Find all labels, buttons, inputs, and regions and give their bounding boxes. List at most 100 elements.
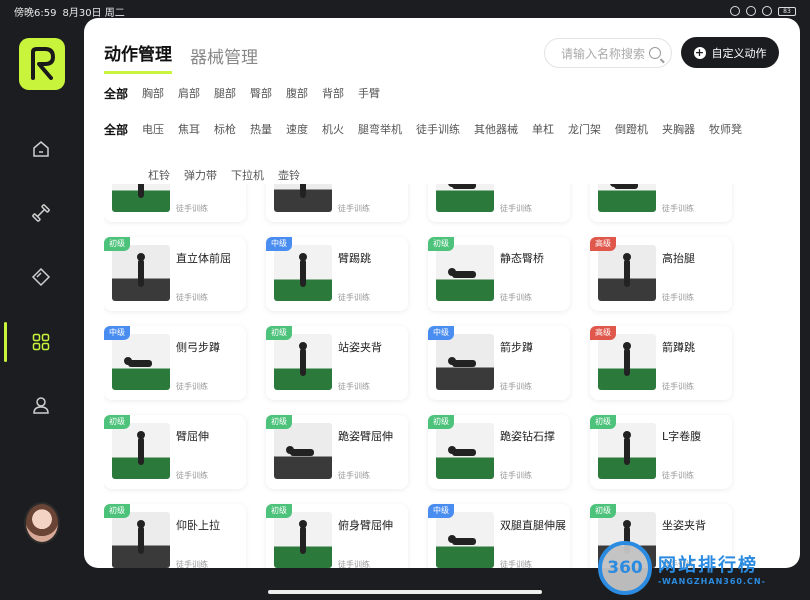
level-badge: 中级	[428, 504, 454, 518]
action-card[interactable]: 跪姿钻石撑 徒手训练 初级	[428, 415, 570, 489]
equipment-chip[interactable]: 机火	[322, 121, 344, 139]
level-badge: 中级	[104, 326, 130, 340]
watermark: 360 网站排行榜 -WANGZHAN360.CN-	[598, 540, 803, 596]
action-card[interactable]: 箭步蹲徒手训练 中级	[428, 326, 570, 400]
search-placeholder: 请输入名称搜索	[561, 46, 646, 61]
action-category: 徒手训练	[500, 382, 532, 391]
equipment-chip[interactable]: 牧师凳	[709, 121, 742, 139]
nav-equipment[interactable]	[0, 193, 82, 233]
action-category: 徒手训练	[662, 204, 694, 213]
athlete-figure	[448, 184, 476, 189]
nav-home[interactable]	[0, 129, 82, 169]
action-category: 徒手训练	[338, 293, 370, 302]
action-card[interactable]: 静态臀桥 徒手训练 初级	[428, 237, 570, 311]
action-thumbnail	[112, 245, 170, 301]
home-indicator[interactable]	[268, 590, 542, 594]
action-thumbnail	[436, 334, 494, 390]
action-card[interactable]: 直立体前屈 徒手训练 初级	[104, 237, 246, 311]
action-card[interactable]: 站姿夹背 徒手训练 初级	[266, 326, 408, 400]
action-card[interactable]: 双腿直腿伸展 徒手训练 中级	[428, 504, 570, 568]
action-card[interactable]: 高抬腿 徒手训练 高级	[590, 237, 732, 311]
equipment-chip[interactable]: 标枪	[214, 121, 236, 139]
action-card[interactable]: 臂踢跳 徒手训练 中级	[266, 237, 408, 311]
athlete-figure	[286, 446, 314, 456]
action-card[interactable]: 俯身臂屈伸 徒手训练 初级	[266, 504, 408, 568]
athlete-figure	[124, 357, 152, 367]
custom-action-label: 自定义动作	[711, 46, 767, 60]
tab-equipment-management[interactable]: 器械管理	[190, 43, 258, 74]
equipment-chip[interactable]: 单杠	[532, 121, 554, 139]
action-card[interactable]: L字卷腹 徒手训练 初级	[590, 415, 732, 489]
action-card[interactable]: 跪姿臂屈伸 徒手训练 初级	[266, 415, 408, 489]
action-card[interactable]: 臂屈伸 徒手训练 初级	[104, 415, 246, 489]
equipment-chip[interactable]: 倒蹬机	[615, 121, 648, 139]
nav-plans[interactable]	[0, 257, 82, 297]
action-name: 箭步蹲	[500, 341, 533, 354]
body-part-chip[interactable]: 背部	[322, 85, 344, 103]
athlete-figure	[299, 253, 307, 287]
equipment-chip[interactable]: 龙门架	[568, 121, 601, 139]
action-thumbnail	[598, 184, 656, 212]
equipment-chip[interactable]: 电压	[142, 121, 164, 139]
athlete-figure	[137, 253, 145, 287]
body-part-chip[interactable]: 胸部	[142, 85, 164, 103]
body-part-chip[interactable]: 腿部	[214, 85, 236, 103]
action-card[interactable]: 箭蹲跳 徒手训练 高级	[590, 326, 732, 400]
app-logo	[19, 38, 65, 90]
body-part-chip[interactable]: 全部	[104, 85, 128, 103]
equipment-chip[interactable]: 其他器械	[474, 121, 518, 139]
action-card[interactable]: 仰卧上拉 徒手训练 初级	[104, 504, 246, 568]
body-part-filter: 全部 胸部 肩部 腿部 臀部 腹部 背部 手臂	[104, 85, 724, 103]
tab-action-management[interactable]: 动作管理	[104, 40, 172, 74]
action-name: 臂屈伸	[176, 430, 209, 443]
action-thumbnail	[112, 512, 170, 568]
equipment-chip[interactable]: 徒手训练	[416, 121, 460, 139]
level-badge: 初级	[590, 504, 616, 518]
equipment-chip[interactable]: 下拉机	[231, 167, 264, 185]
athlete-figure	[137, 520, 145, 554]
equipment-chip[interactable]: 焦耳	[178, 121, 200, 139]
search-input[interactable]: 请输入名称搜索	[544, 38, 672, 68]
action-card[interactable]: 徒手训练	[266, 184, 408, 222]
nav-actions[interactable]	[0, 322, 82, 362]
body-part-chip[interactable]: 手臂	[358, 85, 380, 103]
plus-icon: +	[693, 45, 706, 59]
avatar[interactable]	[24, 502, 60, 544]
athlete-figure	[448, 357, 476, 367]
search-icon[interactable]	[649, 47, 661, 59]
action-card[interactable]: 徒手训练	[104, 184, 246, 222]
action-name: 仰卧上拉	[176, 519, 220, 532]
action-thumbnail	[274, 245, 332, 301]
body-part-chip[interactable]: 肩部	[178, 85, 200, 103]
equipment-chip[interactable]: 热量	[250, 121, 272, 139]
equipment-chip[interactable]: 壶铃	[278, 167, 300, 185]
equipment-chip[interactable]: 杠铃	[148, 167, 170, 185]
action-name: 箭蹲跳	[662, 341, 695, 354]
action-category: 徒手训练	[338, 471, 370, 480]
athlete-figure	[448, 268, 476, 278]
body-part-chip[interactable]: 腹部	[286, 85, 308, 103]
action-card[interactable]: 侧弓步蹲 徒手训练 中级	[104, 326, 246, 400]
action-name: 侧弓步蹲	[176, 341, 220, 354]
action-thumbnail	[274, 184, 332, 212]
nav-members[interactable]	[0, 385, 82, 425]
action-thumbnail	[274, 423, 332, 479]
action-thumbnail	[598, 334, 656, 390]
equipment-chip[interactable]: 弹力带	[184, 167, 217, 185]
custom-action-button[interactable]: + 自定义动作	[681, 37, 779, 68]
action-thumbnail	[598, 245, 656, 301]
action-name: 站姿夹背	[338, 341, 382, 354]
equipment-chip[interactable]: 速度	[286, 121, 308, 139]
equipment-chip[interactable]: 腿弯举机	[358, 121, 402, 139]
athlete-figure	[623, 342, 631, 376]
home-icon	[33, 141, 49, 157]
action-name: 静态臀桥	[500, 252, 544, 265]
action-card[interactable]: 徒手训练	[590, 184, 732, 222]
level-badge: 初级	[104, 504, 130, 518]
equipment-chip[interactable]: 夹胸器	[662, 121, 695, 139]
body-part-chip[interactable]: 臀部	[250, 85, 272, 103]
sidebar	[0, 22, 82, 582]
action-card[interactable]: 徒手训练	[428, 184, 570, 222]
equipment-chip[interactable]: 全部	[104, 121, 128, 139]
level-badge: 中级	[428, 326, 454, 340]
